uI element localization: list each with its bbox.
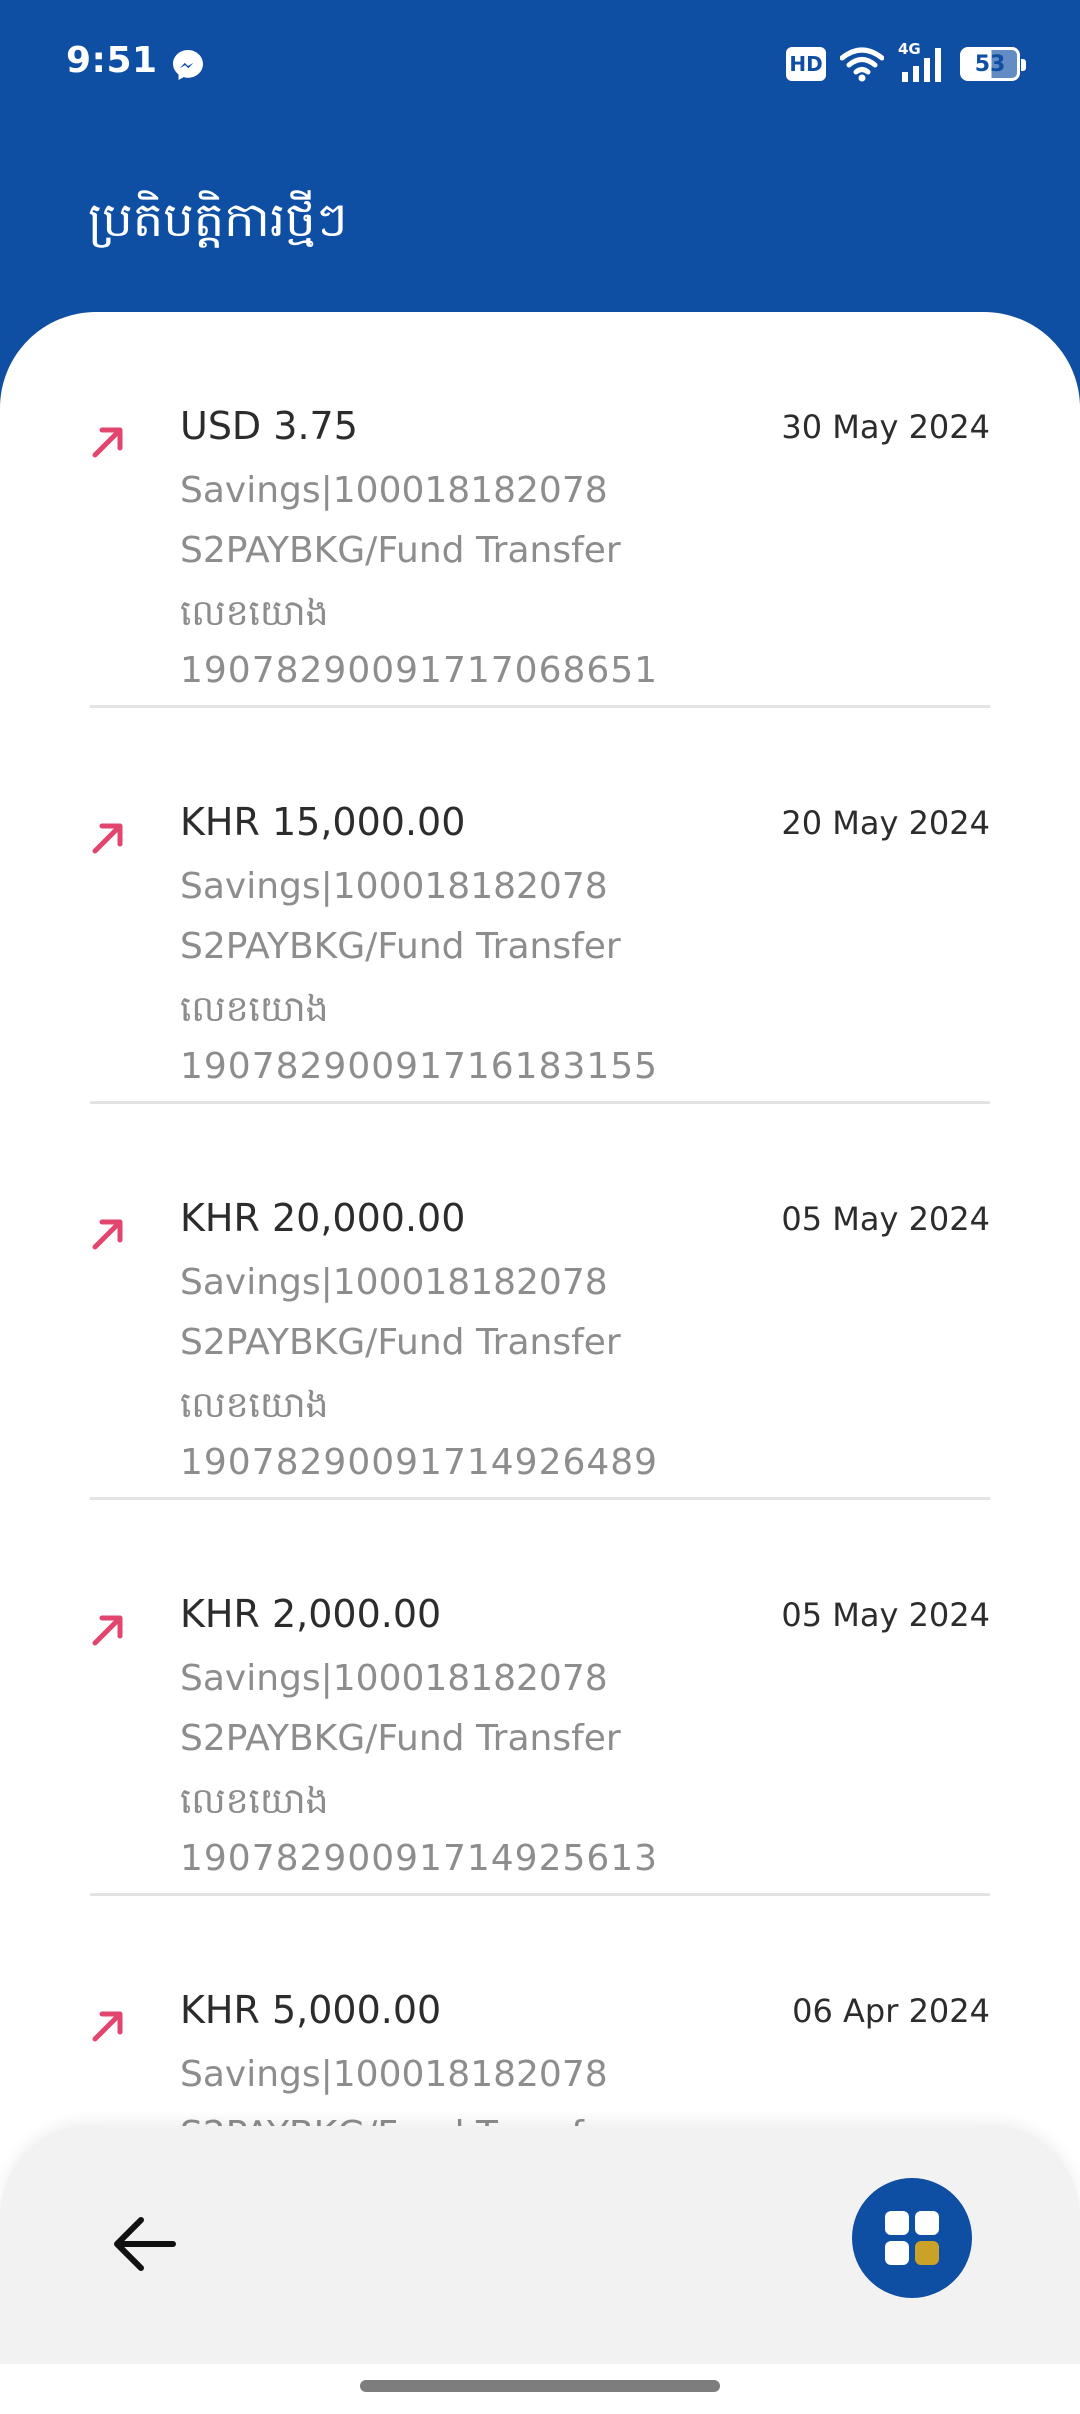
- transaction-amount: KHR 5,000.00: [180, 1988, 442, 2032]
- status-bar: 9:51 HD 4G 53: [0, 0, 1080, 128]
- menu-button[interactable]: [852, 2178, 972, 2298]
- transaction-amount: USD 3.75: [180, 404, 358, 448]
- reference-label: លេខយោង: [180, 989, 329, 1030]
- battery-icon: 53: [960, 47, 1026, 81]
- arrow-up-right-icon: [92, 1615, 123, 1646]
- transaction-account: Savings|100018182078: [180, 470, 608, 511]
- arrow-up-right-icon: [92, 1219, 123, 1250]
- status-icons: HD 4G 53: [786, 40, 1026, 86]
- transaction-item[interactable]: KHR 20,000.00 05 May 2024 Savings|100018…: [90, 1104, 990, 1500]
- transaction-account: Savings|100018182078: [180, 1658, 608, 1699]
- arrow-left-icon: [114, 2217, 176, 2271]
- page-title: ប្រតិបត្តិការថ្មីៗ: [88, 192, 348, 248]
- back-button[interactable]: [96, 2206, 192, 2282]
- transaction-date: 05 May 2024: [781, 1200, 990, 1238]
- transaction-date: 20 May 2024: [781, 804, 990, 842]
- transaction-date: 30 May 2024: [781, 408, 990, 446]
- transaction-amount: KHR 15,000.00: [180, 800, 466, 844]
- transaction-amount: KHR 2,000.00: [180, 1592, 442, 1636]
- status-time: 9:51: [66, 40, 158, 81]
- transaction-description: S2PAYBKG/Fund Transfer: [180, 1718, 621, 1759]
- transaction-account: Savings|100018182078: [180, 866, 608, 907]
- arrow-up-right-icon: [92, 2011, 123, 2042]
- cellular-signal: 4G: [898, 40, 946, 84]
- transaction-list: USD 3.75 30 May 2024 Savings|10001818207…: [90, 312, 990, 2292]
- transaction-item[interactable]: KHR 15,000.00 20 May 2024 Savings|100018…: [90, 708, 990, 1104]
- messenger-icon: [173, 50, 203, 80]
- transaction-date: 06 Apr 2024: [792, 1992, 990, 2030]
- reference-label: លេខយោង: [180, 1781, 329, 1822]
- system-navigation: [0, 2364, 1080, 2414]
- reference-number: 19078290091717068651: [180, 650, 659, 691]
- home-indicator[interactable]: [360, 2380, 720, 2392]
- reference-number: 19078290091714926489: [180, 1442, 659, 1483]
- transaction-account: Savings|100018182078: [180, 1262, 608, 1303]
- wifi-icon: [840, 47, 884, 82]
- transaction-description: S2PAYBKG/Fund Transfer: [180, 926, 621, 967]
- transactions-card: USD 3.75 30 May 2024 Savings|10001818207…: [0, 312, 1080, 2414]
- reference-number: 19078290091714925613: [180, 1838, 659, 1879]
- reference-label: លេខយោង: [180, 593, 329, 634]
- transaction-item[interactable]: USD 3.75 30 May 2024 Savings|10001818207…: [90, 312, 990, 708]
- bottom-navigation-bar: [0, 2126, 1080, 2364]
- reference-label: លេខយោង: [180, 1385, 329, 1426]
- transaction-description: S2PAYBKG/Fund Transfer: [180, 1322, 621, 1363]
- hd-icon: HD: [786, 47, 826, 81]
- transaction-date: 05 May 2024: [781, 1596, 990, 1634]
- transaction-item[interactable]: KHR 2,000.00 05 May 2024 Savings|1000181…: [90, 1500, 990, 1896]
- transaction-account: Savings|100018182078: [180, 2054, 608, 2095]
- reference-number: 19078290091716183155: [180, 1046, 659, 1087]
- transaction-description: S2PAYBKG/Fund Transfer: [180, 530, 621, 571]
- grid-menu-icon: [885, 2211, 939, 2265]
- transaction-amount: KHR 20,000.00: [180, 1196, 466, 1240]
- arrow-up-right-icon: [92, 823, 123, 854]
- signal-icon: [902, 48, 941, 82]
- arrow-up-right-icon: [92, 427, 123, 458]
